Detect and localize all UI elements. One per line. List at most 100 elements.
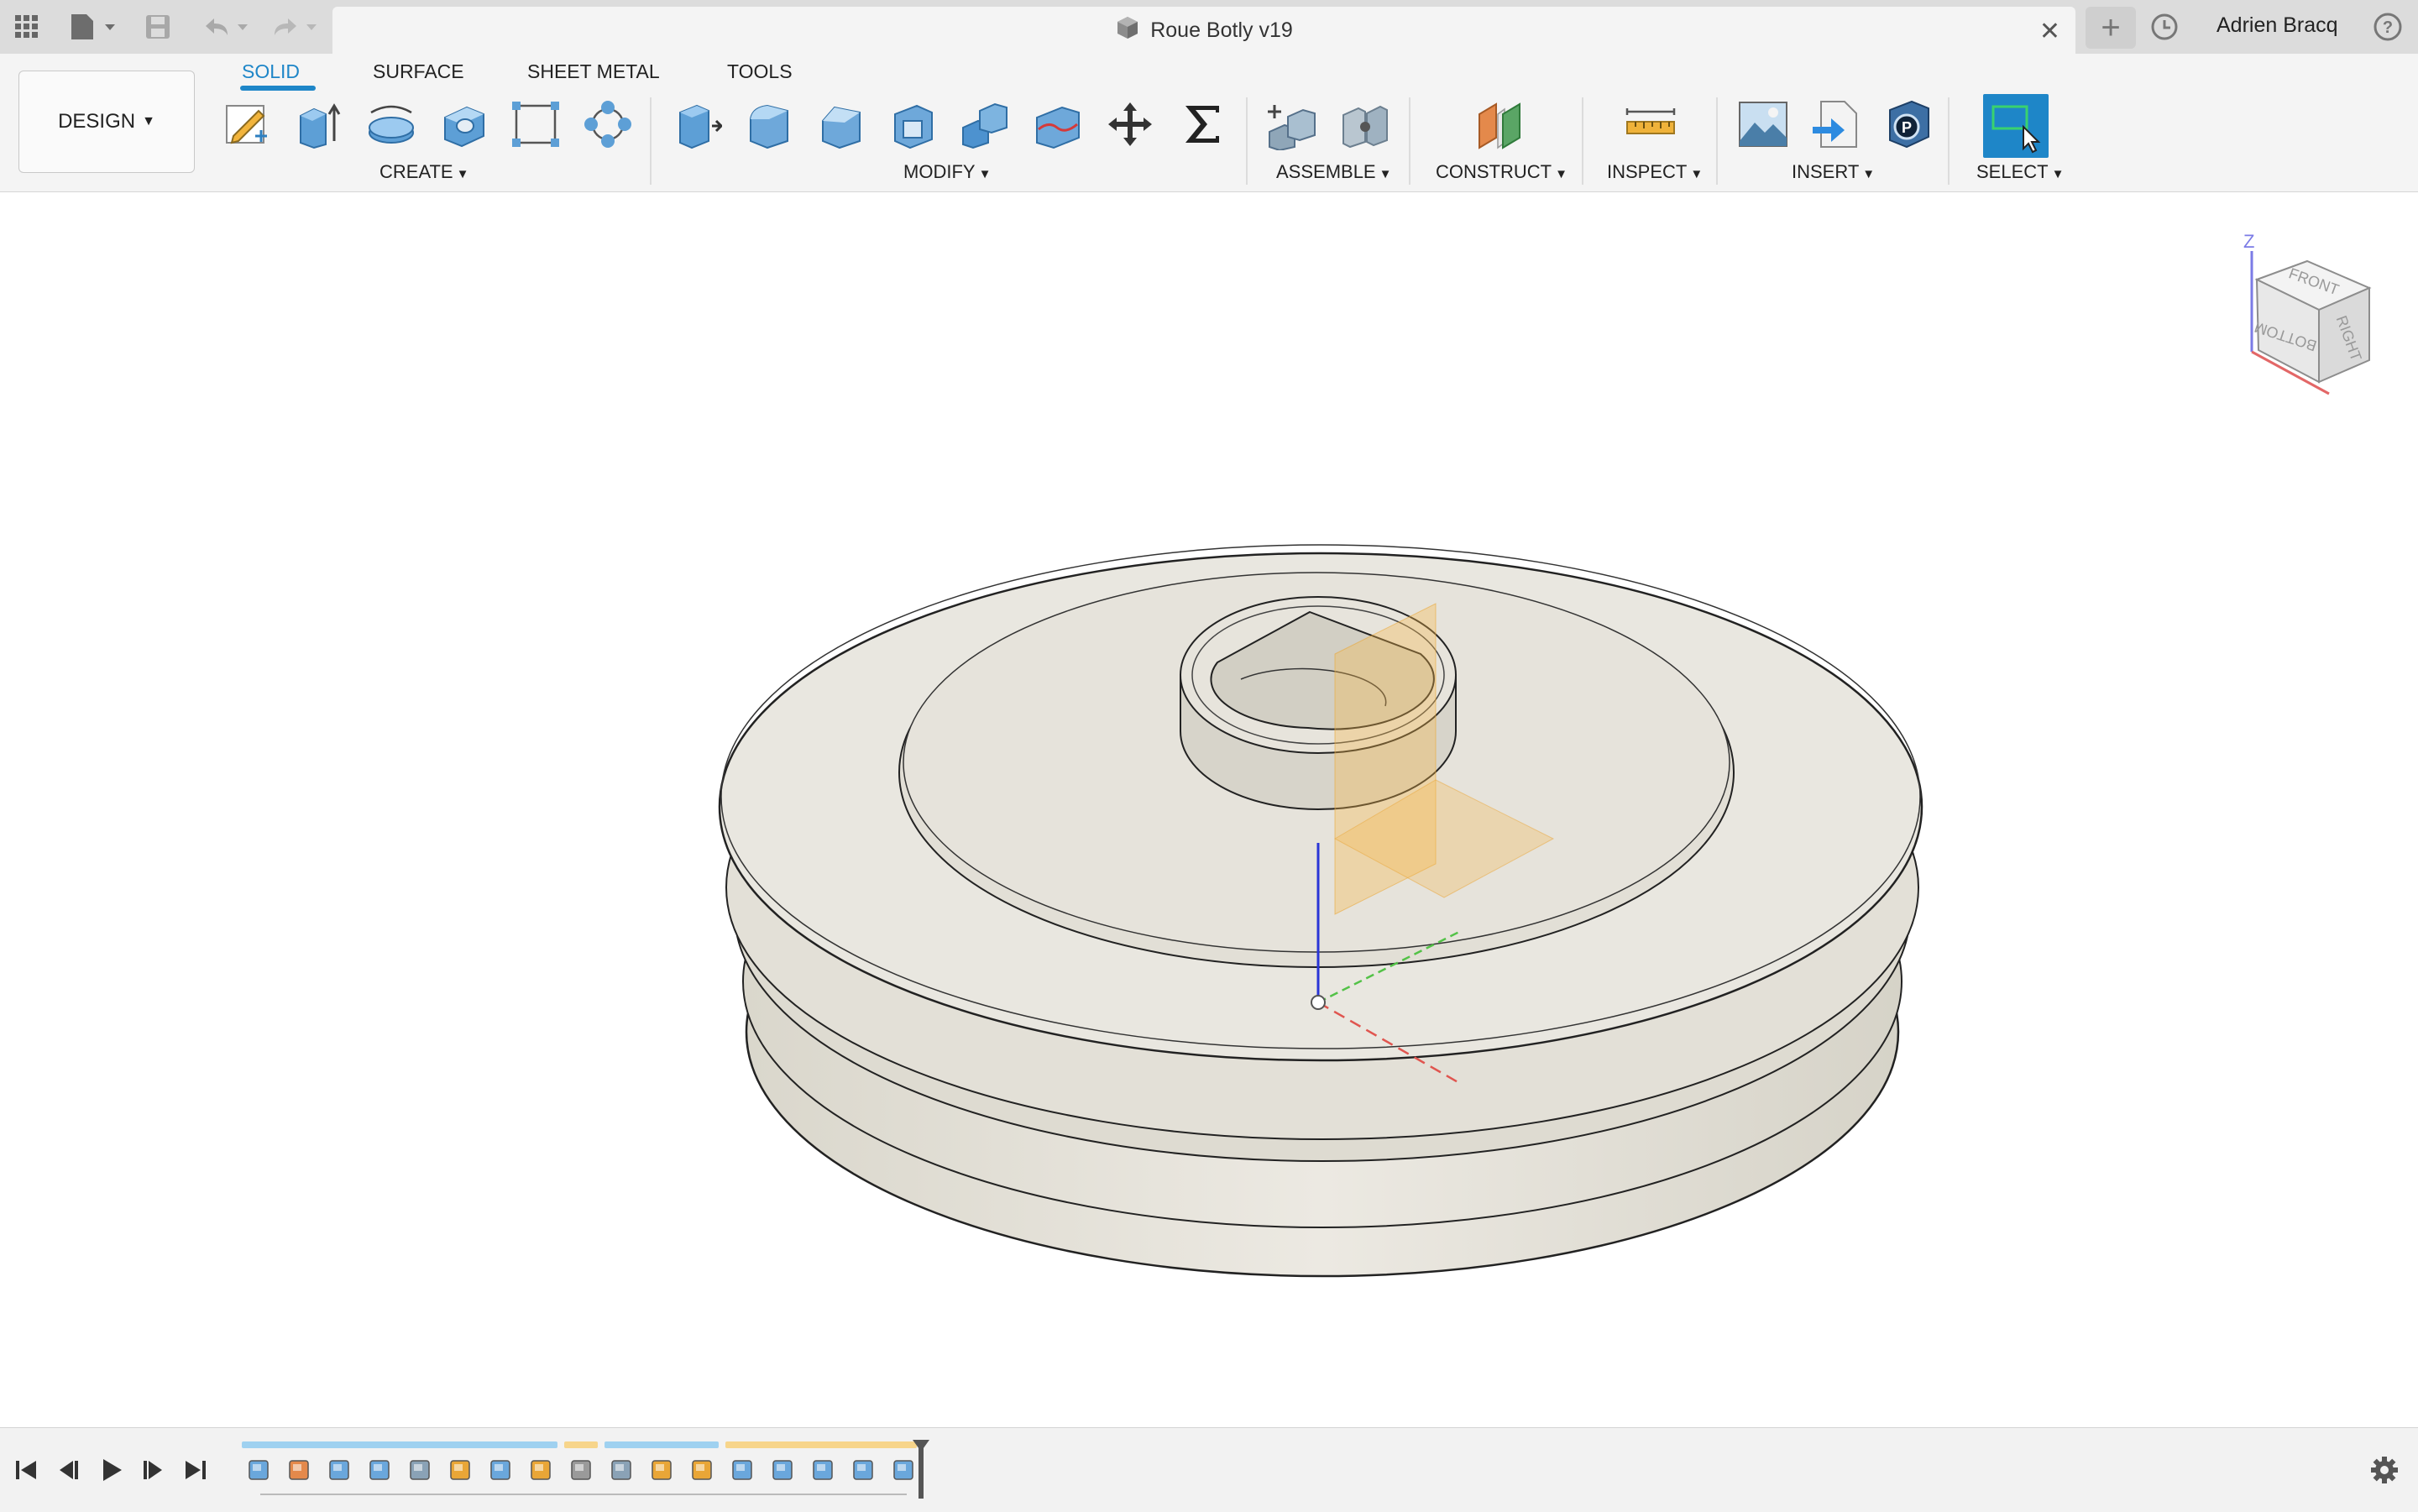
circular-pattern-icon[interactable] [579,96,636,153]
user-name[interactable]: Adrien Bracq [2216,13,2338,38]
revolve-icon[interactable] [363,96,420,153]
timeline-ruler [260,1494,907,1495]
tab-sheet-metal[interactable]: SHEET METAL [527,60,660,83]
move-copy-icon[interactable] [1102,96,1159,153]
svg-text:?: ? [2383,18,2393,37]
timeline-feature-icon[interactable] [688,1453,717,1485]
timeline-feature-icon[interactable] [527,1453,556,1485]
timeline-feature-icon[interactable] [608,1453,636,1485]
toolbar-divider [1246,97,1248,185]
timeline-feature-icon[interactable] [729,1453,757,1485]
chamfer-icon[interactable] [813,96,870,153]
tab-surface[interactable]: SURFACE [373,60,464,83]
workspace-label: DESIGN [58,110,136,133]
tab-tools[interactable]: TOOLS [727,60,793,83]
timeline-group-bar [564,1441,598,1448]
timeline-feature-icon[interactable] [447,1453,475,1485]
x-axis-label: X [2327,400,2340,402]
timeline-feature-icon[interactable] [406,1453,435,1485]
parameters-sigma-icon[interactable] [1174,96,1231,153]
shell-icon[interactable] [885,96,942,153]
redo-icon[interactable] [267,5,322,49]
create-menu[interactable]: CREATE ▼ [379,161,468,183]
toolbar-divider [1582,97,1583,185]
chevron-down-icon: ▼ [1862,167,1876,181]
assemble-menu[interactable]: ASSEMBLE ▼ [1276,161,1391,183]
timeline-feature-icon[interactable] [809,1453,838,1485]
modify-menu[interactable]: MODIFY ▼ [903,161,991,183]
toolbar-divider [1948,97,1950,185]
undo-icon[interactable] [198,5,254,49]
timeline-feature-icon[interactable] [285,1453,314,1485]
construct-menu[interactable]: CONSTRUCT ▼ [1436,161,1568,183]
file-menu-button[interactable] [67,5,119,49]
ribbon-toolbar: DESIGN ▼ SOLID SURFACE SHEET METAL TOOLS [0,54,2418,192]
press-pull-icon[interactable] [668,96,725,153]
tab-solid[interactable]: SOLID [242,60,300,83]
go-to-end-icon[interactable] [178,1453,212,1487]
new-component-icon[interactable] [1264,96,1322,153]
active-tab-indicator [240,86,316,91]
timeline-feature-icon[interactable] [769,1453,798,1485]
go-to-start-icon[interactable] [10,1453,44,1487]
select-window-icon[interactable] [1983,94,2049,158]
add-tab-icon[interactable]: + [2086,7,2136,49]
timeline-feature-icon[interactable] [890,1453,919,1485]
play-icon[interactable] [94,1453,128,1487]
chevron-down-icon: ▼ [142,114,155,128]
apps-grid-icon[interactable] [12,5,42,49]
timeline-feature-icon[interactable] [326,1453,354,1485]
create-sketch-icon[interactable] [218,96,275,153]
document-title: Roue Botly v19 [1150,18,1293,42]
title-bar: Roue Botly v19 ✕ + Adrien Bracq ? [0,0,2418,55]
document-tab[interactable]: Roue Botly v19 ✕ [332,7,2075,54]
chevron-down-icon: ▼ [978,167,992,181]
replace-face-icon[interactable] [1029,96,1086,153]
extrude-icon[interactable] [290,96,348,153]
inspect-menu[interactable]: INSPECT ▼ [1607,161,1703,183]
z-axis-label: Z [2243,231,2254,252]
hole-icon[interactable] [435,96,492,153]
chevron-down-icon: ▼ [1690,167,1704,181]
timeline-feature-icon[interactable] [487,1453,516,1485]
insert-canvas-icon[interactable] [1735,96,1792,153]
toolbar-divider [1716,97,1718,185]
insert-derive-icon[interactable] [1807,96,1864,153]
chevron-down-icon: ▼ [1379,167,1392,181]
chevron-down-icon: ▼ [2051,167,2065,181]
combine-icon[interactable] [957,96,1014,153]
measure-icon[interactable] [1622,96,1679,153]
pulley-model[interactable] [0,192,2418,1426]
timeline-feature-icon[interactable] [648,1453,677,1485]
timeline-feature-icon[interactable] [568,1453,596,1485]
timeline-marker-head[interactable] [913,1440,929,1452]
help-icon[interactable]: ? [2369,5,2406,49]
3d-viewport[interactable]: Z X FRONT BOTTOM RIGHT [0,192,2418,1426]
step-back-icon[interactable] [52,1453,86,1487]
timeline-panel [0,1427,2418,1512]
chevron-down-icon: ▼ [456,167,469,181]
timeline-group-bar [242,1441,557,1448]
rectangular-pattern-icon[interactable] [507,96,564,153]
select-menu[interactable]: SELECT ▼ [1976,161,2064,183]
workspace-switcher[interactable]: DESIGN ▼ [18,71,195,173]
svg-text:P: P [1902,119,1912,136]
offset-plane-icon[interactable] [1471,96,1528,153]
insert-menu[interactable]: INSERT ▼ [1792,161,1875,183]
chevron-down-icon: ▼ [1555,167,1568,181]
insert-mcmaster-icon[interactable]: P [1879,96,1936,153]
document-cube-icon [1115,15,1140,46]
view-cube[interactable]: Z X FRONT BOTTOM RIGHT [2225,226,2393,402]
fillet-icon[interactable] [741,96,798,153]
timeline-feature-icon[interactable] [366,1453,395,1485]
save-icon[interactable] [141,5,175,49]
close-icon[interactable]: ✕ [2039,17,2060,46]
toolbar-divider [650,97,652,185]
history-clock-icon[interactable] [2148,5,2181,49]
step-forward-icon[interactable] [136,1453,170,1487]
timeline-feature-icon[interactable] [245,1453,274,1485]
timeline-group-bar [725,1441,917,1448]
gear-icon[interactable] [2368,1453,2401,1487]
timeline-feature-icon[interactable] [850,1453,878,1485]
joint-icon[interactable] [1337,96,1394,153]
